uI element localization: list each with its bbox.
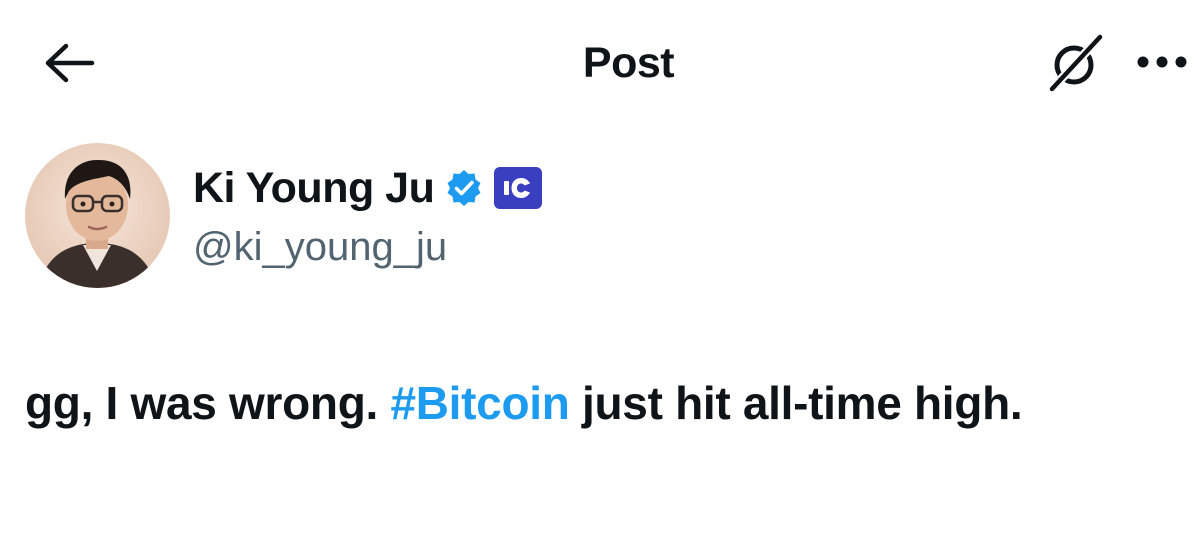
more-horizontal-icon — [1137, 56, 1187, 68]
post-text-start: gg, I was wrong. — [25, 377, 391, 429]
post-text: gg, I was wrong. #Bitcoin just hit all-t… — [25, 370, 1165, 436]
author-name: Ki Young Ju — [193, 164, 435, 212]
more-options-button[interactable] — [1132, 42, 1192, 82]
user-avatar — [25, 143, 170, 288]
hashtag-link[interactable]: #Bitcoin — [390, 377, 569, 429]
grok-icon — [1047, 32, 1105, 94]
grok-button[interactable] — [1040, 30, 1112, 96]
avatar[interactable] — [25, 143, 170, 288]
cryptoquant-affiliate-icon[interactable] — [494, 167, 543, 209]
post-screen: Post Ki Young Ju @ki_young_ju gg, I was … — [0, 0, 1199, 559]
author-name-row[interactable]: Ki Young Ju — [193, 162, 543, 214]
author-handle[interactable]: @ki_young_ju — [193, 222, 447, 272]
verified-badge-icon — [444, 168, 484, 208]
page-title: Post — [582, 39, 675, 87]
post-text-end: just hit all-time high. — [569, 377, 1023, 429]
